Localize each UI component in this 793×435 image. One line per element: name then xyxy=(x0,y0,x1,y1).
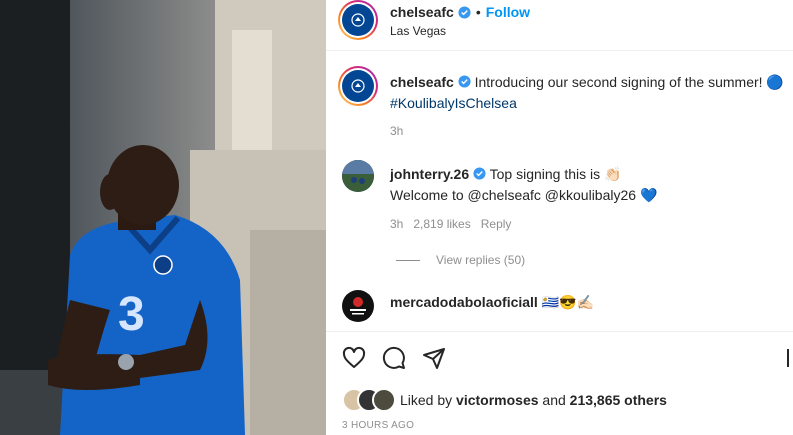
svg-text:3: 3 xyxy=(118,288,145,341)
location-link[interactable]: Las Vegas xyxy=(390,24,446,38)
chelsea-crest-icon xyxy=(342,70,374,102)
comment-username[interactable]: johnterry.26 xyxy=(390,166,469,182)
liked-by-user[interactable]: victormoses xyxy=(456,392,538,408)
comment-mercado: mercadodabolaoficiall 🇺🇾😎✍🏻 xyxy=(390,294,594,311)
liked-by: Liked by victormoses and 213,865 others xyxy=(400,392,667,408)
comment-text-line1: Top signing this is 👏🏻 xyxy=(489,166,622,182)
liked-by-middle: and xyxy=(538,392,570,408)
comment-johnterry: johnterry.26 Top signing this is 👏🏻 Welc… xyxy=(390,164,785,205)
chelseafc-avatar[interactable] xyxy=(338,0,378,40)
comment-text-line2: Welcome to @chelseafc @kkoulibaly26 💙 xyxy=(390,187,658,203)
koulibaly-photo: 3 xyxy=(0,0,326,435)
caption-avatar[interactable] xyxy=(338,66,378,106)
caption-time[interactable]: 3h xyxy=(390,124,403,138)
caption-text: Introducing our second signing of the su… xyxy=(474,74,784,90)
divider xyxy=(326,331,793,332)
caption-username[interactable]: chelseafc xyxy=(390,74,454,90)
mercadodabola-avatar[interactable] xyxy=(342,290,374,322)
liked-by-prefix: Liked by xyxy=(400,392,457,408)
post-photo[interactable]: 3 xyxy=(0,0,326,435)
caption-hashtag[interactable]: #KoulibalyIsChelsea xyxy=(390,95,517,111)
replies-line xyxy=(396,259,420,261)
johnterry-avatar[interactable] xyxy=(342,160,374,192)
follow-button[interactable]: Follow xyxy=(486,4,530,20)
post-header: chelseafc • Follow xyxy=(390,4,531,20)
caption: chelseafc Introducing our second signing… xyxy=(390,72,785,113)
share-send-icon[interactable] xyxy=(422,346,446,375)
save-bookmark-icon[interactable] xyxy=(786,346,793,375)
comment-likes[interactable]: 2,819 likes xyxy=(413,217,470,231)
like-heart-icon[interactable] xyxy=(342,346,366,375)
header-username[interactable]: chelseafc xyxy=(390,4,454,20)
comment-username[interactable]: mercadodabolaoficiall xyxy=(390,294,538,310)
comment-bubble-icon[interactable] xyxy=(382,346,406,375)
view-replies[interactable]: View replies (50) xyxy=(396,253,525,267)
chelsea-crest-icon xyxy=(342,4,374,36)
post-panel: chelseafc • Follow Las Vegas chelseafc I… xyxy=(326,0,793,435)
comment-text: 🇺🇾😎✍🏻 xyxy=(541,294,595,310)
comment-meta: 3h 2,819 likes Reply xyxy=(390,217,511,231)
divider xyxy=(326,50,793,51)
verified-badge-icon xyxy=(458,5,471,19)
view-replies-label[interactable]: View replies (50) xyxy=(436,253,525,267)
liker-avatar[interactable] xyxy=(372,388,396,412)
liked-by-count[interactable]: 213,865 others xyxy=(570,392,667,408)
comment-time[interactable]: 3h xyxy=(390,217,403,231)
verified-badge-icon xyxy=(473,165,486,185)
verified-badge-icon xyxy=(458,73,471,93)
post-timestamp[interactable]: 3 HOURS AGO xyxy=(342,420,414,431)
reply-button[interactable]: Reply xyxy=(481,217,512,231)
